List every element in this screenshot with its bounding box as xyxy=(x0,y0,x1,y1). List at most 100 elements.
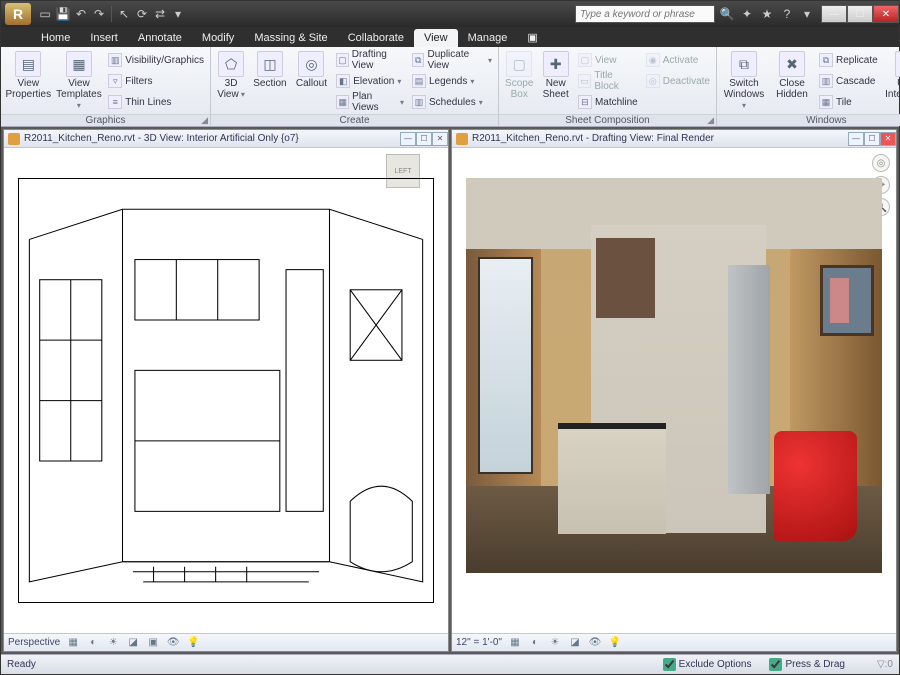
sun-path-icon[interactable]: ☀ xyxy=(106,636,120,650)
doc-icon xyxy=(456,133,468,145)
close-hidden-button[interactable]: ✖ Close Hidden xyxy=(771,49,813,100)
exclude-options-checkbox[interactable]: Exclude Options xyxy=(663,658,752,671)
search-input[interactable] xyxy=(575,5,715,23)
elevation-button[interactable]: ◧Elevation xyxy=(334,71,406,91)
qat-save-icon[interactable]: 💾 xyxy=(55,6,71,22)
sun-path-icon[interactable]: ☀ xyxy=(548,636,562,650)
minimize-button[interactable]: — xyxy=(821,5,847,23)
sheetview-icon: ▢ xyxy=(578,53,592,67)
ui-icon: ▤ xyxy=(895,51,900,77)
tab-addins-icon[interactable]: ▣ xyxy=(517,28,547,47)
doc1-view-control-bar: Perspective ▦ ◐ ☀ ◪ ▣ 👁 💡 xyxy=(4,633,448,651)
matchline-button[interactable]: ⊟Matchline xyxy=(576,92,640,112)
hide-icon[interactable]: 👁 xyxy=(166,636,180,650)
doc2-titlebar[interactable]: R2011_Kitchen_Reno.rvt - Drafting View: … xyxy=(452,130,896,148)
visibility-graphics-button[interactable]: ▥Visibility/Graphics xyxy=(106,50,206,70)
doc2-min-button[interactable]: — xyxy=(848,132,864,146)
filter-icon[interactable]: ▽:0 xyxy=(877,659,893,670)
panel-sheet-composition: ▢ Scope Box ✚ New Sheet ▢View ▭Title Blo… xyxy=(499,47,717,126)
close-button[interactable]: ✕ xyxy=(873,5,899,23)
panel-expand-icon[interactable]: ◢ xyxy=(707,115,714,126)
tab-massing[interactable]: Massing & Site xyxy=(244,29,337,47)
filters-button[interactable]: ▿Filters xyxy=(106,71,206,91)
shadows-icon[interactable]: ◪ xyxy=(126,636,140,650)
tab-insert[interactable]: Insert xyxy=(80,29,128,47)
view-templates-button[interactable]: ▦ View Templates xyxy=(56,49,103,111)
elevation-icon: ◧ xyxy=(336,74,350,88)
3d-icon: ⬠ xyxy=(218,51,244,77)
tab-home[interactable]: Home xyxy=(31,29,80,47)
doc2-max-button[interactable]: ☐ xyxy=(864,132,880,146)
3d-view-button[interactable]: ⬠ 3D View xyxy=(215,49,247,100)
visual-style-icon[interactable]: ◐ xyxy=(528,636,542,650)
titleblock-icon: ▭ xyxy=(578,74,591,88)
steering-wheel-icon[interactable]: ◎ xyxy=(872,154,890,172)
tab-view[interactable]: View xyxy=(414,29,458,47)
favorite-icon[interactable]: ★ xyxy=(759,6,775,22)
visgfx-icon: ▥ xyxy=(108,53,122,67)
shadows-icon[interactable]: ◪ xyxy=(568,636,582,650)
tab-annotate[interactable]: Annotate xyxy=(128,29,192,47)
qat-redo-icon[interactable]: ↷ xyxy=(91,6,107,22)
tab-collaborate[interactable]: Collaborate xyxy=(338,29,414,47)
schedules-button[interactable]: ▥Schedules xyxy=(410,92,494,112)
doc2-close-button[interactable]: ✕ xyxy=(880,132,896,146)
reveal-icon[interactable]: 💡 xyxy=(608,636,622,650)
duplicate-view-button[interactable]: ⧉Duplicate View xyxy=(410,50,494,70)
plan-views-button[interactable]: ▦Plan Views xyxy=(334,92,406,112)
matchline-icon: ⊟ xyxy=(578,95,592,109)
app-menu-button[interactable]: R xyxy=(5,3,31,25)
wireframe-drawing xyxy=(19,179,433,602)
maximize-button[interactable]: ☐ xyxy=(847,5,873,23)
section-button[interactable]: ◫ Section xyxy=(251,49,289,89)
more-icon[interactable]: ▾ xyxy=(799,6,815,22)
legends-button[interactable]: ▤Legends xyxy=(410,71,494,91)
doc2-scale[interactable]: 12" = 1'-0" xyxy=(456,637,502,648)
switch-windows-button[interactable]: ⧉ Switch Windows xyxy=(721,49,767,111)
comm-icon[interactable]: ✦ xyxy=(739,6,755,22)
panel-expand-icon[interactable]: ◢ xyxy=(201,115,208,126)
qat-pointer-icon[interactable]: ↖ xyxy=(116,6,132,22)
search-go-icon[interactable]: 🔍 xyxy=(719,6,735,22)
doc1-titlebar[interactable]: R2011_Kitchen_Reno.rvt - 3D View: Interi… xyxy=(4,130,448,148)
qat-link-icon[interactable]: ⇄ xyxy=(152,6,168,22)
doc1-close-button[interactable]: ✕ xyxy=(432,132,448,146)
tile-button[interactable]: ▦Tile xyxy=(817,92,880,112)
drafting-view-button[interactable]: ▢Drafting View xyxy=(334,50,406,70)
panel-graphics: ▤ View Properties ▦ View Templates ▥Visi… xyxy=(1,47,211,126)
tab-manage[interactable]: Manage xyxy=(458,29,518,47)
user-interface-button[interactable]: ▤ User Interface xyxy=(884,49,900,100)
cascade-button[interactable]: ▥Cascade xyxy=(817,71,880,91)
replicate-button[interactable]: ⧉Replicate xyxy=(817,50,880,70)
ribbon-tabs: Home Insert Annotate Modify Massing & Si… xyxy=(1,27,899,47)
schedules-icon: ▥ xyxy=(412,95,426,109)
newsheet-icon: ✚ xyxy=(543,51,569,77)
help-icon[interactable]: ? xyxy=(779,6,795,22)
qat-open-icon[interactable]: ▭ xyxy=(37,6,53,22)
deactivate-icon: ◎ xyxy=(646,74,660,88)
doc1-scale[interactable]: Perspective xyxy=(8,637,60,648)
section-icon: ◫ xyxy=(257,51,283,77)
qat-undo-icon[interactable]: ↶ xyxy=(73,6,89,22)
crop-frame xyxy=(18,178,434,603)
detail-level-icon[interactable]: ▦ xyxy=(66,636,80,650)
window-controls: — ☐ ✕ xyxy=(821,5,899,23)
hide-icon[interactable]: 👁 xyxy=(588,636,602,650)
document-drafting-view: R2011_Kitchen_Reno.rvt - Drafting View: … xyxy=(451,129,897,652)
doc1-max-button[interactable]: ☐ xyxy=(416,132,432,146)
reveal-icon[interactable]: 💡 xyxy=(186,636,200,650)
crop-icon[interactable]: ▣ xyxy=(146,636,160,650)
press-drag-checkbox[interactable]: Press & Drag xyxy=(769,658,844,671)
view-properties-button[interactable]: ▤ View Properties xyxy=(5,49,52,100)
callout-button[interactable]: ◎ Callout xyxy=(293,49,331,89)
doc2-canvas[interactable]: ◎ ✥ 🔍 xyxy=(452,148,896,633)
qat-sync-icon[interactable]: ⟳ xyxy=(134,6,150,22)
visual-style-icon[interactable]: ◐ xyxy=(86,636,100,650)
qat-dropdown-icon[interactable]: ▾ xyxy=(170,6,186,22)
tab-modify[interactable]: Modify xyxy=(192,29,244,47)
doc1-min-button[interactable]: — xyxy=(400,132,416,146)
thin-lines-button[interactable]: ≡Thin Lines xyxy=(106,92,206,112)
doc1-canvas[interactable]: LEFT xyxy=(4,148,448,633)
detail-level-icon[interactable]: ▦ xyxy=(508,636,522,650)
new-sheet-button[interactable]: ✚ New Sheet xyxy=(539,49,571,100)
